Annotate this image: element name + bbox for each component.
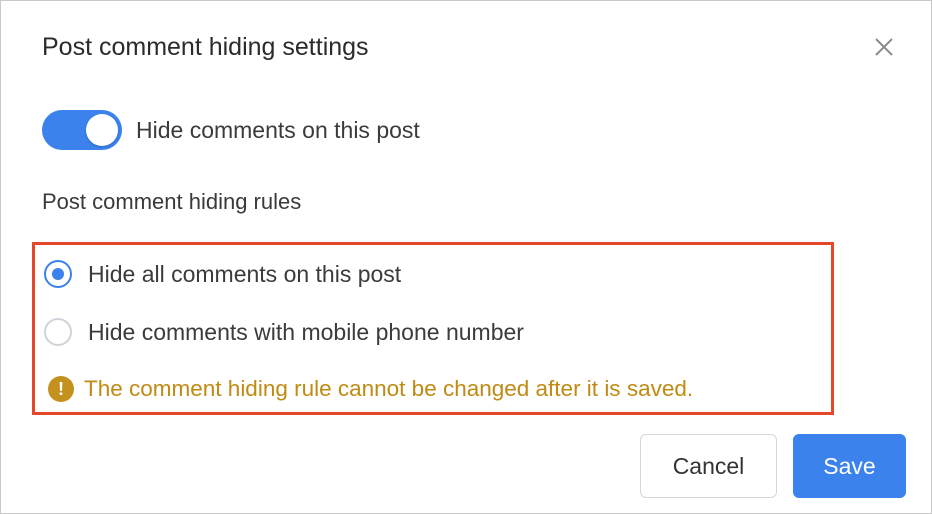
warning-icon: ! — [48, 376, 74, 402]
cancel-button[interactable]: Cancel — [640, 434, 777, 498]
close-icon[interactable] — [869, 32, 899, 62]
comment-hiding-dialog: Post comment hiding settings Hide commen… — [0, 0, 932, 514]
radio-button-hide-phone[interactable] — [44, 318, 72, 346]
warning-message: ! The comment hiding rule cannot be chan… — [48, 373, 693, 405]
hide-comments-toggle[interactable] — [42, 110, 122, 150]
dialog-title: Post comment hiding settings — [42, 33, 369, 61]
save-button[interactable]: Save — [793, 434, 906, 498]
rules-highlight-box: Hide all comments on this post Hide comm… — [32, 242, 834, 415]
radio-option-hide-phone[interactable]: Hide comments with mobile phone number — [44, 316, 524, 348]
radio-label-hide-all: Hide all comments on this post — [88, 260, 402, 287]
radio-option-hide-all[interactable]: Hide all comments on this post — [44, 258, 401, 290]
radio-button-hide-all[interactable] — [44, 260, 72, 288]
rules-heading: Post comment hiding rules — [42, 189, 302, 214]
toggle-knob — [86, 114, 118, 146]
warning-text: The comment hiding rule cannot be change… — [84, 376, 694, 401]
toggle-label: Hide comments on this post — [136, 116, 420, 143]
hide-comments-toggle-row: Hide comments on this post — [42, 110, 420, 150]
radio-label-hide-phone: Hide comments with mobile phone number — [88, 318, 524, 345]
